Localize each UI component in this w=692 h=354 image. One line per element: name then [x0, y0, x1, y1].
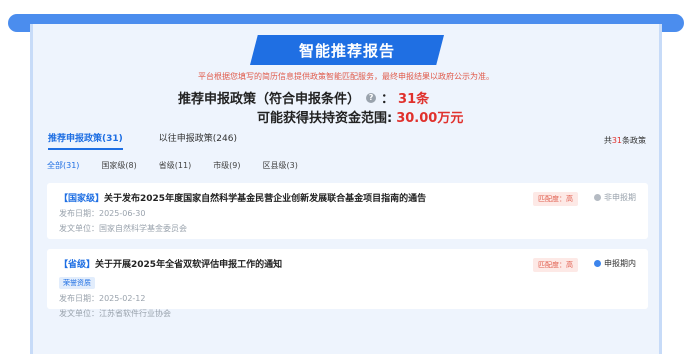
recommend-colon: ： — [381, 92, 395, 107]
policy-title-text: 关于发布2025年度国家自然科学基金民营企业创新发展联合基金项目指南的通告 — [104, 194, 427, 204]
total-number: 31 — [611, 136, 622, 145]
filter-provincial[interactable]: 省级(11) — [159, 160, 191, 171]
fund-value: 30.00万元 — [396, 111, 464, 126]
status-text: 申报期内 — [604, 259, 636, 268]
filter-city[interactable]: 市级(9) — [213, 160, 240, 171]
policy-date: 发布日期：2025-02-12 — [59, 294, 146, 303]
policy-unit: 发文单位：国家自然科学基金委员会 — [59, 224, 187, 233]
policy-level: 【国家级】 — [59, 194, 105, 204]
status-dot-icon — [594, 260, 601, 267]
filter-all[interactable]: 全部(31) — [47, 160, 79, 171]
total-prefix: 共 — [603, 136, 612, 145]
match-badge: 匹配度：高 — [533, 258, 578, 272]
disclaimer-text: 平台根据您填写的简历信息提供政策智能匹配服务，最终申报结果以政府公示为准。 — [198, 72, 494, 81]
policy-title-text: 关于开展2025年全省双软评估申报工作的通知 — [95, 260, 283, 270]
policy-level: 【省级】 — [59, 260, 96, 270]
status-badge: 申报期内 — [594, 258, 636, 269]
filter-county[interactable]: 区县级(3) — [263, 160, 298, 171]
status-badge: 非申报期 — [594, 192, 636, 203]
recommend-count: 31条 — [398, 92, 430, 107]
level-filters: 全部(31) 国家级(8) 省级(11) 市级(9) 区县级(3) — [47, 160, 298, 171]
help-icon[interactable]: ? — [366, 92, 377, 103]
report-title: 智能推荐报告 — [250, 35, 444, 65]
policy-tag: 荣誉资质 — [59, 277, 95, 289]
recommend-summary: 推荐申报政策（符合申报条件） ? ： 31条 — [178, 88, 429, 107]
filter-national[interactable]: 国家级(8) — [101, 160, 136, 171]
fund-summary: 可能获得扶持资金范围: 30.00万元 — [257, 107, 463, 126]
policy-list-item[interactable]: 【国家级】关于发布2025年度国家自然科学基金民营企业创新发展联合基金项目指南的… — [47, 183, 648, 239]
tab-past[interactable]: 以往申报政策(246) — [159, 131, 237, 150]
status-dot-icon — [594, 194, 601, 201]
total-suffix: 条政策 — [622, 136, 646, 145]
total-count: 共31条政策 — [604, 135, 646, 146]
match-badge: 匹配度：高 — [533, 192, 578, 206]
policy-tabs: 推荐申报政策(31) 以往申报政策(246) — [48, 131, 237, 150]
policy-date: 发布日期：2025-06-30 — [59, 209, 146, 218]
policy-unit: 发文单位：江苏省软件行业协会 — [59, 309, 171, 318]
recommend-label: 推荐申报政策（符合申报条件） — [178, 92, 361, 107]
policy-list-item[interactable]: 【省级】关于开展2025年全省双软评估申报工作的通知 荣誉资质 发布日期：202… — [47, 249, 648, 318]
tab-recommended[interactable]: 推荐申报政策(31) — [48, 131, 123, 150]
fund-label: 可能获得扶持资金范围: — [257, 111, 393, 126]
status-text: 非申报期 — [604, 193, 636, 202]
